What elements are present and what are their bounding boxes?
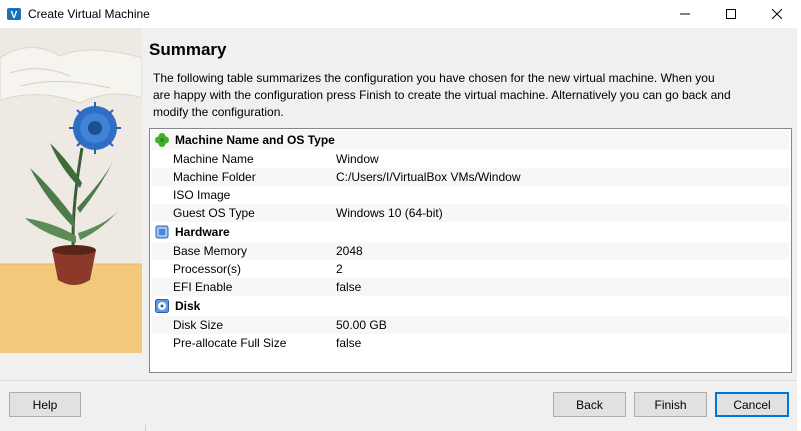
row-value: Window	[336, 152, 379, 166]
title-bar: V Create Virtual Machine	[0, 0, 801, 28]
finish-button[interactable]: Finish	[634, 392, 707, 417]
summary-row: Guest OS Type Windows 10 (64-bit)	[152, 204, 789, 222]
back-button[interactable]: Back	[553, 392, 626, 417]
wizard-illustration	[0, 28, 142, 353]
clover-icon	[154, 132, 170, 148]
row-key: Processor(s)	[173, 262, 242, 276]
summary-row: Machine Name Window	[152, 150, 789, 168]
section-header-machine-name-os-type: Machine Name and OS Type	[152, 130, 789, 150]
window-right-edge	[797, 28, 801, 431]
row-value: false	[336, 280, 362, 294]
maximize-button[interactable]	[708, 0, 754, 28]
minimize-button[interactable]	[662, 0, 708, 28]
section-title: Disk	[175, 299, 201, 313]
row-key: Guest OS Type	[173, 206, 255, 220]
row-value: 2048	[336, 244, 363, 258]
row-value: Windows 10 (64-bit)	[336, 206, 443, 220]
summary-row: ISO Image	[152, 186, 789, 204]
summary-row: Processor(s) 2	[152, 260, 789, 278]
summary-row: EFI Enable false	[152, 278, 789, 296]
close-icon	[772, 9, 782, 19]
section-header-disk: Disk	[152, 296, 789, 316]
row-value: 50.00 GB	[336, 318, 387, 332]
divider	[145, 425, 146, 431]
summary-row: Pre-allocate Full Size false	[152, 334, 789, 352]
close-button[interactable]	[754, 0, 800, 28]
row-key: Pre-allocate Full Size	[173, 336, 287, 350]
row-key: EFI Enable	[173, 280, 233, 294]
row-key: Machine Name	[173, 152, 254, 166]
row-key: Base Memory	[173, 244, 248, 258]
row-value: C:/Users/I/VirtualBox VMs/Window	[336, 170, 521, 184]
chip-icon	[154, 224, 170, 240]
window-title: Create Virtual Machine	[28, 7, 150, 21]
page-title: Summary	[149, 40, 227, 59]
row-value: 2	[336, 262, 343, 276]
row-key: Disk Size	[173, 318, 224, 332]
minimize-icon	[680, 13, 690, 15]
help-button[interactable]: Help	[9, 392, 81, 417]
disk-icon	[154, 298, 170, 314]
maximize-icon	[726, 9, 736, 19]
cancel-button[interactable]: Cancel	[715, 392, 789, 417]
summary-row: Base Memory 2048	[152, 242, 789, 260]
row-key: ISO Image	[173, 188, 231, 202]
summary-row: Machine Folder C:/Users/I/VirtualBox VMs…	[152, 168, 789, 186]
page-description: The following table summarizes the confi…	[153, 71, 731, 119]
section-title: Machine Name and OS Type	[175, 133, 335, 147]
virtualbox-app-icon: V	[6, 6, 22, 22]
svg-text:V: V	[11, 10, 18, 21]
section-title: Hardware	[175, 225, 230, 239]
row-value: false	[336, 336, 362, 350]
section-header-hardware: Hardware	[152, 222, 789, 242]
summary-row: Disk Size 50.00 GB	[152, 316, 789, 334]
row-key: Machine Folder	[173, 170, 256, 184]
summary-table[interactable]: Machine Name and OS Type Machine Name Wi…	[149, 128, 792, 373]
